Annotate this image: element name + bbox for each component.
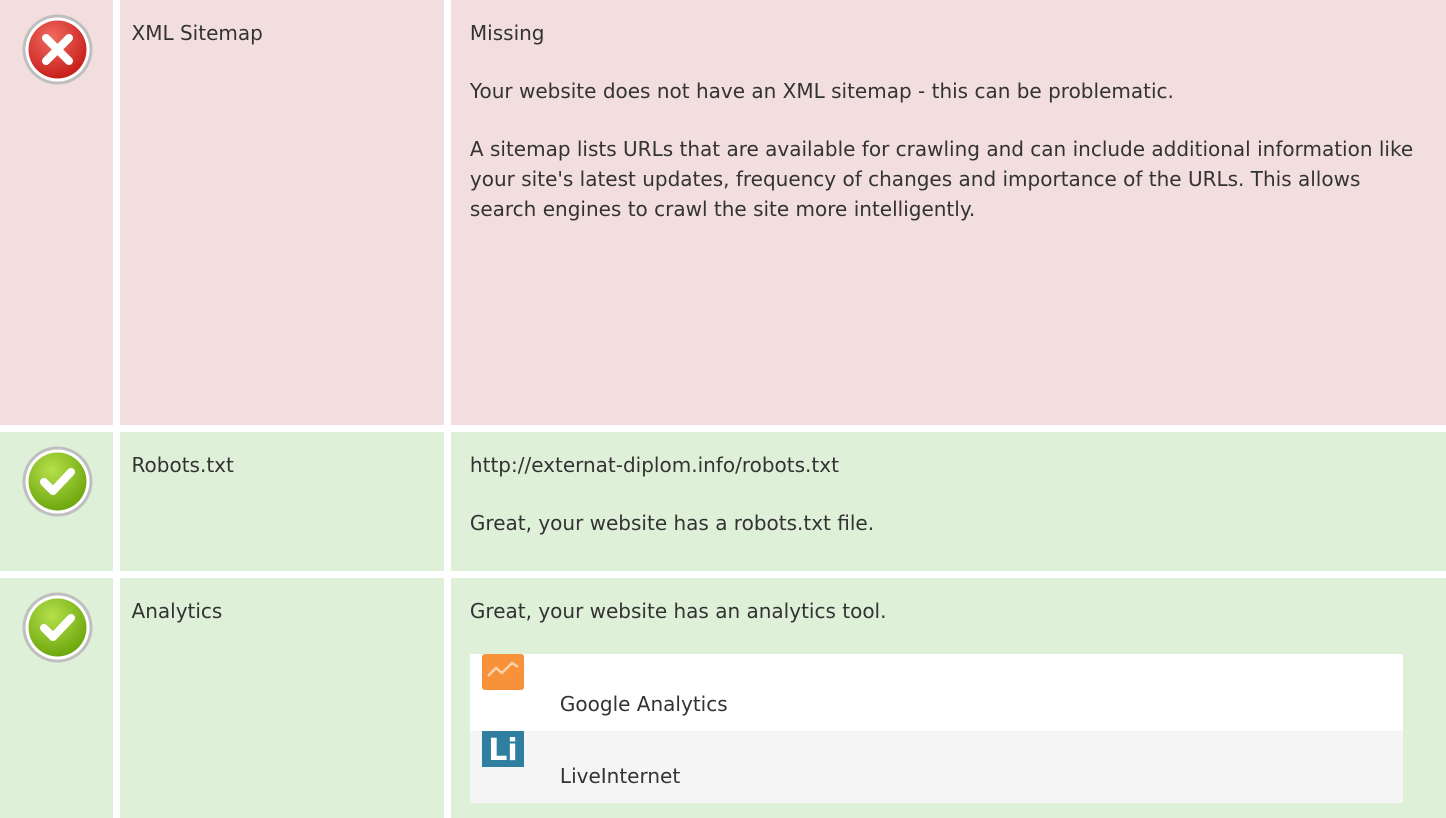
check-message: Great, your website has a robots.txt fil… [469, 511, 875, 535]
google-analytics-icon [481, 654, 524, 690]
robots-url-link[interactable]: http://externat-diplom.info/robots.txt [470, 450, 1426, 480]
check-name: XML Sitemap [119, 0, 444, 425]
seo-checks-table: XML Sitemap Missing Your website does no… [0, 0, 1446, 818]
pass-check-icon [22, 592, 93, 663]
status-cell [0, 578, 113, 818]
check-details: http://externat-diplom.info/robots.txt G… [450, 432, 1446, 571]
check-row-xml-sitemap: XML Sitemap Missing Your website does no… [0, 0, 1446, 425]
status-cell [0, 0, 113, 425]
check-row-robots-txt: Robots.txt http://externat-diplom.info/r… [0, 432, 1446, 571]
check-row-analytics: Analytics Great, your website has an ana… [0, 578, 1446, 818]
status-cell [0, 432, 113, 571]
check-details: Missing Your website does not have an XM… [450, 0, 1446, 425]
liveinternet-icon: Li [481, 731, 524, 767]
pass-check-icon [22, 446, 93, 517]
check-value: Missing [469, 21, 545, 45]
check-name: Robots.txt [119, 432, 444, 571]
check-name: Analytics [119, 578, 444, 818]
fail-x-icon [22, 14, 93, 85]
list-item: Google Analytics [469, 654, 1403, 731]
list-item: Li LiveInternet [469, 731, 1403, 803]
check-message: Your website does not have an XML sitema… [469, 79, 1174, 103]
liveinternet-icon-text: Li [488, 733, 517, 767]
check-description: A sitemap lists URLs that are available … [469, 137, 1414, 221]
analytics-tools-list: Google Analytics Li LiveInternet [469, 654, 1403, 803]
check-message: Great, your website has an analytics too… [469, 599, 887, 623]
tool-label: LiveInternet [559, 764, 681, 788]
tool-label: Google Analytics [559, 692, 728, 716]
check-details: Great, your website has an analytics too… [450, 578, 1446, 818]
